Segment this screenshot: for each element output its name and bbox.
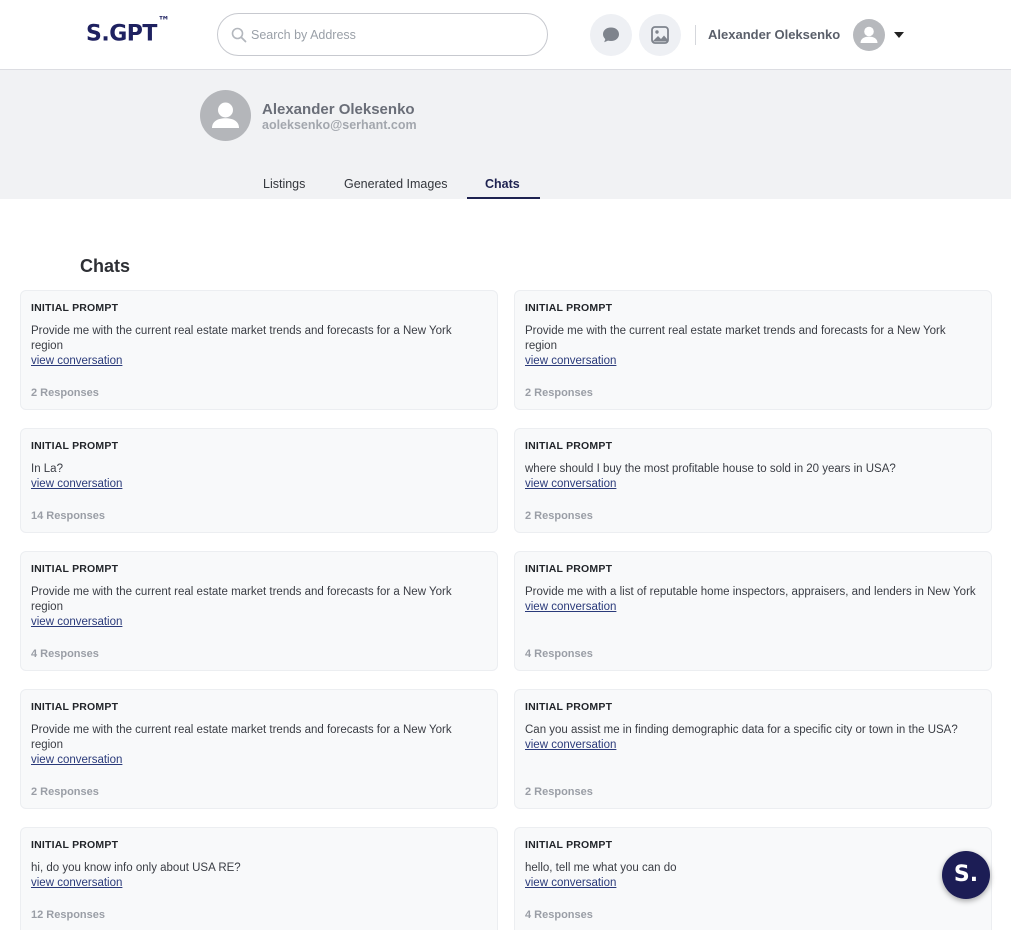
chat-prompt-block: hello, tell me what you can do view conv… — [525, 861, 980, 891]
initial-prompt-label: INITIAL PROMPT — [525, 440, 613, 452]
image-icon — [651, 26, 669, 44]
logo-text: S.GPT — [86, 21, 157, 47]
chat-prompt-text: In La? — [31, 463, 63, 475]
view-conversation-link[interactable]: view conversation — [31, 477, 486, 492]
user-avatar-icon — [212, 102, 239, 128]
chat-prompt-text: Provide me with the current real estate … — [31, 724, 452, 751]
response-count: 12 Responses — [31, 909, 105, 921]
chat-button[interactable] — [590, 14, 632, 56]
response-count: 2 Responses — [525, 786, 593, 798]
active-tab-indicator — [467, 197, 540, 199]
user-avatar-icon — [860, 26, 878, 43]
tab-chats[interactable]: Chats — [485, 177, 520, 191]
initial-prompt-label: INITIAL PROMPT — [525, 701, 613, 713]
view-conversation-link[interactable]: view conversation — [525, 876, 980, 891]
initial-prompt-label: INITIAL PROMPT — [31, 701, 119, 713]
profile-name: Alexander Oleksenko — [262, 101, 415, 118]
chat-prompt-block: Provide me with the current real estate … — [31, 723, 486, 768]
chat-prompt-text: hello, tell me what you can do — [525, 862, 677, 874]
view-conversation-link[interactable]: view conversation — [31, 753, 486, 768]
avatar[interactable] — [853, 19, 885, 51]
chat-prompt-text: hi, do you know info only about USA RE? — [31, 862, 241, 874]
chat-prompt-block: Provide me with the current real estate … — [31, 324, 486, 369]
initial-prompt-label: INITIAL PROMPT — [31, 302, 119, 314]
header-user-name[interactable]: Alexander Oleksenko — [708, 27, 840, 42]
chat-prompt-text: Can you assist me in finding demographic… — [525, 724, 958, 736]
response-count: 14 Responses — [31, 510, 105, 522]
assistant-fab-button[interactable]: S. — [942, 851, 990, 899]
generated-images-button[interactable] — [639, 14, 681, 56]
chat-card: INITIAL PROMPT hello, tell me what you c… — [514, 827, 992, 930]
response-count: 4 Responses — [525, 909, 593, 921]
profile-header: Alexander Oleksenko aoleksenko@serhant.c… — [0, 70, 1011, 199]
chat-prompt-text: Provide me with the current real estate … — [31, 325, 452, 352]
chat-card: INITIAL PROMPT Provide me with the curre… — [20, 551, 498, 671]
view-conversation-link[interactable]: view conversation — [31, 615, 486, 630]
response-count: 2 Responses — [31, 786, 99, 798]
initial-prompt-label: INITIAL PROMPT — [31, 440, 119, 452]
logo[interactable]: S.GPT™ — [86, 14, 170, 47]
tab-generated-images[interactable]: Generated Images — [344, 177, 448, 191]
chat-card: INITIAL PROMPT Provide me with the curre… — [20, 290, 498, 410]
chat-prompt-text: Provide me with a list of reputable home… — [525, 586, 976, 598]
response-count: 4 Responses — [525, 648, 593, 660]
chat-card: INITIAL PROMPT Can you assist me in find… — [514, 689, 992, 809]
initial-prompt-label: INITIAL PROMPT — [525, 563, 613, 575]
profile-email: aoleksenko@serhant.com — [262, 118, 417, 132]
chevron-down-icon[interactable] — [894, 32, 904, 38]
chat-prompt-text: where should I buy the most profitable h… — [525, 463, 896, 475]
chat-icon — [603, 27, 619, 43]
chat-prompt-block: Provide me with the current real estate … — [31, 585, 486, 630]
chat-prompt-text: Provide me with the current real estate … — [525, 325, 946, 352]
search-input[interactable] — [251, 25, 531, 45]
view-conversation-link[interactable]: view conversation — [525, 738, 980, 753]
search-icon — [231, 27, 247, 43]
initial-prompt-label: INITIAL PROMPT — [31, 563, 119, 575]
view-conversation-link[interactable]: view conversation — [31, 876, 486, 891]
initial-prompt-label: INITIAL PROMPT — [31, 839, 119, 851]
tab-listings[interactable]: Listings — [263, 177, 305, 191]
chat-prompt-block: Provide me with the current real estate … — [525, 324, 980, 369]
header-divider — [695, 25, 696, 45]
initial-prompt-label: INITIAL PROMPT — [525, 302, 613, 314]
view-conversation-link[interactable]: view conversation — [525, 477, 980, 492]
response-count: 2 Responses — [31, 387, 99, 399]
chat-card: INITIAL PROMPT In La? view conversation … — [20, 428, 498, 533]
logo-trademark: ™ — [157, 14, 170, 28]
chat-prompt-block: Provide me with a list of reputable home… — [525, 585, 980, 615]
response-count: 4 Responses — [31, 648, 99, 660]
response-count: 2 Responses — [525, 387, 593, 399]
view-conversation-link[interactable]: view conversation — [525, 600, 980, 615]
chat-prompt-text: Provide me with the current real estate … — [31, 586, 452, 613]
chat-card: INITIAL PROMPT Provide me with the curre… — [20, 689, 498, 809]
chat-card: INITIAL PROMPT Provide me with a list of… — [514, 551, 992, 671]
section-title: Chats — [80, 256, 131, 276]
chat-prompt-block: where should I buy the most profitable h… — [525, 462, 980, 492]
profile-avatar — [200, 90, 251, 141]
chat-card: INITIAL PROMPT Provide me with the curre… — [514, 290, 992, 410]
view-conversation-link[interactable]: view conversation — [31, 354, 486, 369]
chat-card: INITIAL PROMPT hi, do you know info only… — [20, 827, 498, 930]
profile-tabs: Listings Generated Images Chats — [0, 170, 1011, 199]
top-bar: S.GPT™ Alexander Oleksenko — [0, 0, 1011, 70]
chat-card: INITIAL PROMPT where should I buy the mo… — [514, 428, 992, 533]
initial-prompt-label: INITIAL PROMPT — [525, 839, 613, 851]
response-count: 2 Responses — [525, 510, 593, 522]
chat-prompt-block: Can you assist me in finding demographic… — [525, 723, 980, 753]
assistant-fab-label: S. — [953, 862, 979, 887]
view-conversation-link[interactable]: view conversation — [525, 354, 980, 369]
chat-prompt-block: hi, do you know info only about USA RE? … — [31, 861, 486, 891]
chat-prompt-block: In La? view conversation — [31, 462, 486, 492]
search-box[interactable] — [217, 13, 548, 56]
